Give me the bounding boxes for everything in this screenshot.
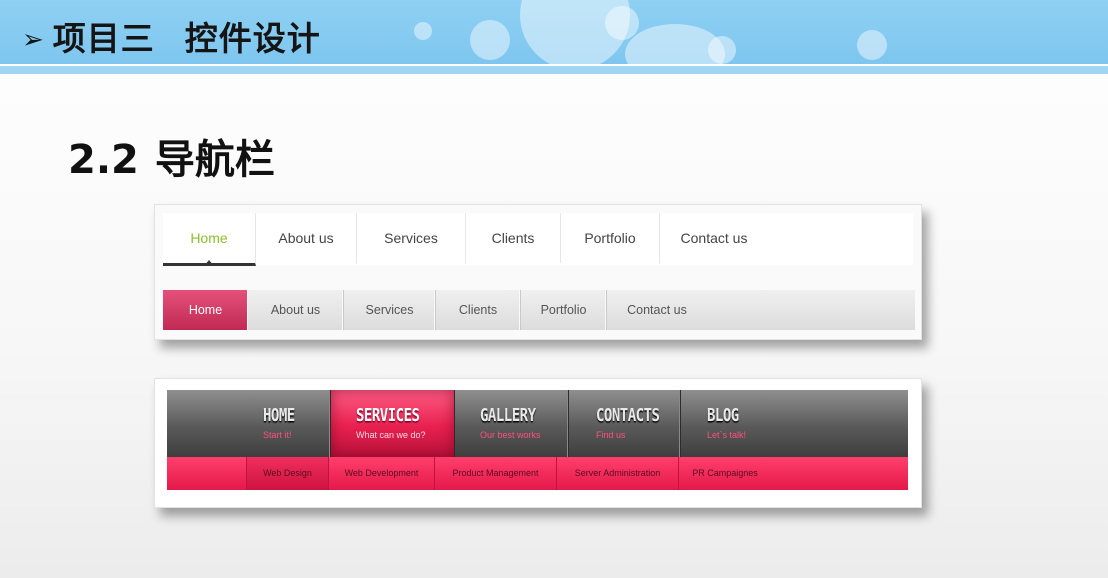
decor-bubble <box>857 30 887 60</box>
navbar-underline-style: Home About us Services Clients Portfolio… <box>163 213 913 266</box>
nav-b-item-portfolio[interactable]: Portfolio <box>521 290 607 330</box>
nav-a-item-clients[interactable]: Clients <box>466 213 561 263</box>
nav-c-sublabel: Find us <box>596 430 626 440</box>
nav-c-label: BLOG <box>707 406 739 426</box>
nav-c-label: GALLERY <box>480 406 536 426</box>
nav-c-item-gallery[interactable]: GALLERY Our best works <box>455 390 569 457</box>
title-project: 项目三 <box>52 19 155 58</box>
nav-b-item-services[interactable]: Services <box>344 290 436 330</box>
decor-bubble <box>605 6 639 40</box>
section-number: 2.2 <box>68 137 139 183</box>
nav-d-item-server-administration[interactable]: Server Administration <box>557 457 679 490</box>
nav-d-item-web-design[interactable]: Web Design <box>247 457 329 490</box>
nav-c-item-blog[interactable]: BLOG Let`s talk! <box>681 390 771 457</box>
section-heading: 2.2 导航栏 <box>68 127 275 185</box>
nav-d-spacer <box>167 457 247 490</box>
decor-bubble <box>414 22 432 40</box>
nav-b-item-about[interactable]: About us <box>248 290 344 330</box>
navbar-dark-main-level: HOME Start it! SERVICES What can we do? … <box>167 390 908 457</box>
nav-c-item-home[interactable]: HOME Start it! <box>167 390 331 457</box>
nav-b-item-clients[interactable]: Clients <box>436 290 521 330</box>
nav-c-sublabel: Let`s talk! <box>707 430 747 440</box>
slide-title: ➢ 项目三 控件设计 <box>22 12 321 60</box>
header-divider <box>0 64 1108 74</box>
nav-c-item-contacts[interactable]: CONTACTS Find us <box>569 390 681 457</box>
nav-c-sublabel: Our best works <box>480 430 541 440</box>
nav-c-sublabel: Start it! <box>263 430 292 440</box>
section-title: 导航栏 <box>154 137 275 183</box>
nav-a-item-about[interactable]: About us <box>256 213 357 263</box>
arrow-bullet-icon: ➢ <box>22 25 45 55</box>
nav-c-label: SERVICES <box>356 406 420 426</box>
nav-a-item-portfolio[interactable]: Portfolio <box>561 213 660 263</box>
nav-d-item-web-development[interactable]: Web Development <box>329 457 435 490</box>
nav-a-item-services[interactable]: Services <box>357 213 466 263</box>
nav-c-item-services[interactable]: SERVICES What can we do? <box>331 390 455 457</box>
slide-header: ➢ 项目三 控件设计 <box>0 0 1108 64</box>
nav-c-label: HOME <box>263 406 295 426</box>
navbar-gray-bar-style: Home About us Services Clients Portfolio… <box>163 290 915 330</box>
decor-bubble <box>470 20 510 60</box>
nav-c-sublabel: What can we do? <box>356 430 426 440</box>
title-topic: 控件设计 <box>184 19 321 58</box>
nav-d-item-pr-campaignes[interactable]: PR Campaignes <box>679 457 771 490</box>
decor-bubble <box>708 36 736 64</box>
nav-c-label: CONTACTS <box>596 406 660 426</box>
nav-b-item-contact[interactable]: Contact us <box>607 290 707 330</box>
nav-d-item-product-management[interactable]: Product Management <box>435 457 557 490</box>
nav-a-item-contact[interactable]: Contact us <box>660 213 768 263</box>
nav-b-item-home[interactable]: Home <box>163 290 248 330</box>
caret-up-icon <box>204 260 214 266</box>
navbar-pink-sub-level: Web Design Web Development Product Manag… <box>167 457 908 490</box>
navbar-example-two-level: HOME Start it! SERVICES What can we do? … <box>154 378 922 508</box>
nav-a-item-home[interactable]: Home <box>163 213 256 266</box>
navbar-example-flat: Home About us Services Clients Portfolio… <box>154 204 922 340</box>
